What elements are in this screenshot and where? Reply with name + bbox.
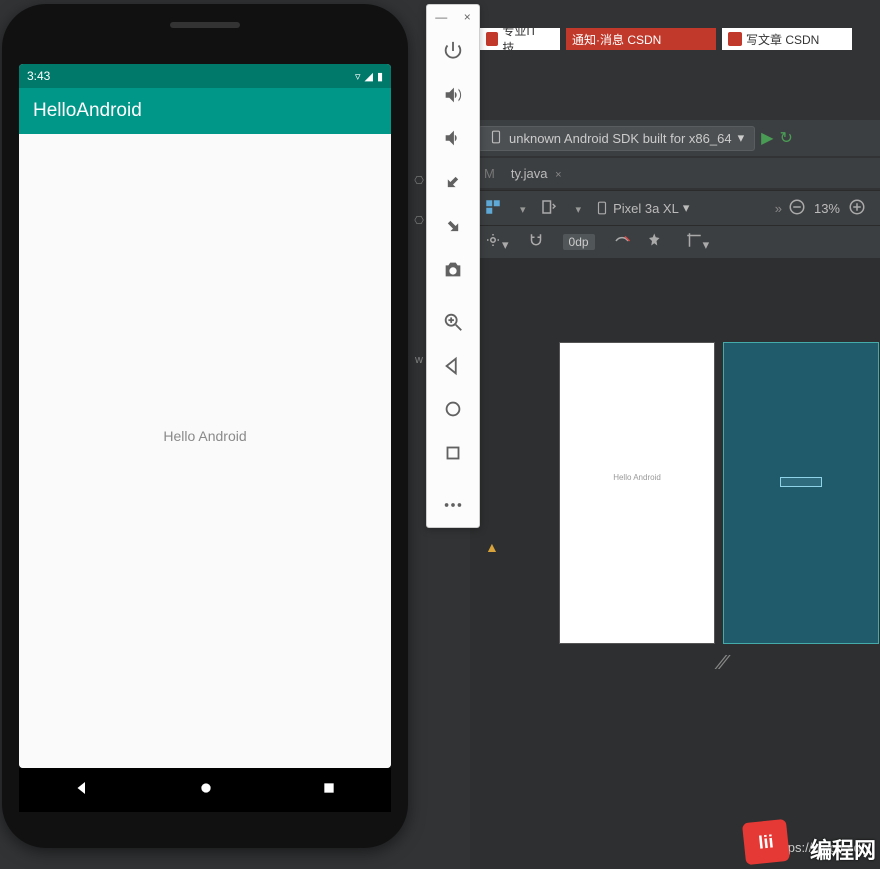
signal-icon: ◢ [364,70,372,83]
android-nav-bar [19,768,391,812]
watermark-text: 编程网 [810,833,876,865]
browser-tab[interactable]: 写文章 CSDN [722,28,852,50]
favicon-icon [486,32,498,46]
design-preview[interactable]: Hello Android [560,343,714,643]
resize-handle-icon[interactable]: ⁄⁄ [720,652,727,675]
app-content: Hello Android [19,134,391,768]
wifi-icon: ▿ [355,70,361,83]
back-button[interactable] [433,346,473,386]
editor-tab-partial[interactable]: M [478,163,501,184]
overview-button[interactable] [433,433,473,473]
screenshot-button[interactable] [433,250,473,290]
nav-back-button[interactable] [73,779,91,802]
rotate-right-button[interactable] [433,206,473,246]
orientation-icon[interactable] [540,198,558,219]
preview-text: Hello Android [560,473,714,482]
editor-tabs: M ty.java × [470,158,880,188]
default-margin[interactable]: 0dp [563,234,595,250]
magnet-icon[interactable] [527,232,545,253]
zoom-button[interactable] [433,302,473,342]
browser-tab[interactable]: 通知·消息 CSDN [566,28,716,50]
logo-inner: lii [757,831,774,853]
ide-run-toolbar: unknown Android SDK built for x86_64 ▾ ▶… [470,120,880,156]
watermark-logo: lii [742,819,790,865]
app-action-bar: HelloAndroid [19,88,391,134]
minimize-button[interactable]: — [435,10,447,24]
blueprint-textview[interactable] [780,477,822,487]
status-icons: ▿ ◢ ▮ [355,70,383,83]
app-title: HelloAndroid [33,100,142,122]
phone-icon [489,130,503,147]
browser-tab-strip: 专业IT技… 通知·消息 CSDN 写文章 CSDN [480,28,880,50]
browser-tab[interactable]: 专业IT技… [480,28,560,50]
editor-tab-active[interactable]: ty.java × [505,163,568,184]
more-button[interactable] [433,485,473,525]
emulator-screen[interactable]: 3:43 ▿ ◢ ▮ HelloAndroid Hello Android [19,64,391,768]
preview-device-label: Pixel 3a XL [613,201,679,216]
infer-constraints-icon[interactable] [649,232,667,253]
guidelines-icon[interactable]: ▾ [685,231,710,253]
zoom-level: 13% [814,201,840,216]
layout-editor-toolbar-2: ▾ 0dp ▾ [470,226,880,258]
hello-text: Hello Android [163,428,246,444]
rotate-left-button[interactable] [433,162,473,202]
close-icon[interactable]: × [555,169,561,181]
chevron-down-icon: ▾ [738,130,745,146]
device-label: unknown Android SDK built for x86_64 [509,131,732,146]
phone-speaker [170,22,240,28]
tab-label: 写文章 CSDN [746,31,819,48]
more-icon[interactable]: » [775,201,780,216]
run-button[interactable]: ▶ [761,128,773,148]
blueprint-preview[interactable] [724,343,878,643]
power-button[interactable] [433,31,473,71]
close-button[interactable]: × [464,10,471,24]
apply-changes-button[interactable]: ↻ [779,128,792,148]
emulator-control-panel: — × [426,4,480,528]
zoom-out-button[interactable] [788,198,806,219]
orientation-dropdown[interactable] [572,201,582,216]
tab-label: 专业IT技… [502,28,554,50]
android-status-bar: 3:43 ▿ ◢ ▮ [19,64,391,88]
status-clock: 3:43 [27,69,50,83]
nav-overview-button[interactable] [321,780,337,801]
tab-label: 通知·消息 CSDN [572,31,661,48]
palette-icon[interactable] [484,198,502,219]
emulator-device-frame: 3:43 ▿ ◢ ▮ HelloAndroid Hello Android [2,4,408,848]
volume-up-button[interactable] [433,75,473,115]
editor-tab-label: ty.java [511,166,548,181]
palette-dropdown[interactable] [516,201,526,216]
zoom-controls: » 13% [775,198,866,219]
volume-down-button[interactable] [433,119,473,159]
favicon-icon [728,32,742,46]
layout-editor-toolbar: Pixel 3a XL ▾ » 13% [470,190,880,226]
emulator-window-controls: — × [427,5,479,29]
clear-constraints-icon[interactable] [613,232,631,253]
nav-home-button[interactable] [198,780,214,801]
chevron-down-icon: ▾ [683,200,690,216]
layout-design-canvas[interactable]: ▲ Hello Android ⁄⁄ [470,258,880,869]
view-options-icon[interactable]: ▾ [484,231,509,253]
preview-device-selector[interactable]: Pixel 3a XL ▾ [595,200,689,216]
home-button[interactable] [433,390,473,430]
device-selector[interactable]: unknown Android SDK built for x86_64 ▾ [478,126,755,151]
battery-icon: ▮ [377,70,383,83]
warning-icon[interactable]: ▲ [485,539,499,555]
zoom-in-button[interactable] [848,198,866,219]
